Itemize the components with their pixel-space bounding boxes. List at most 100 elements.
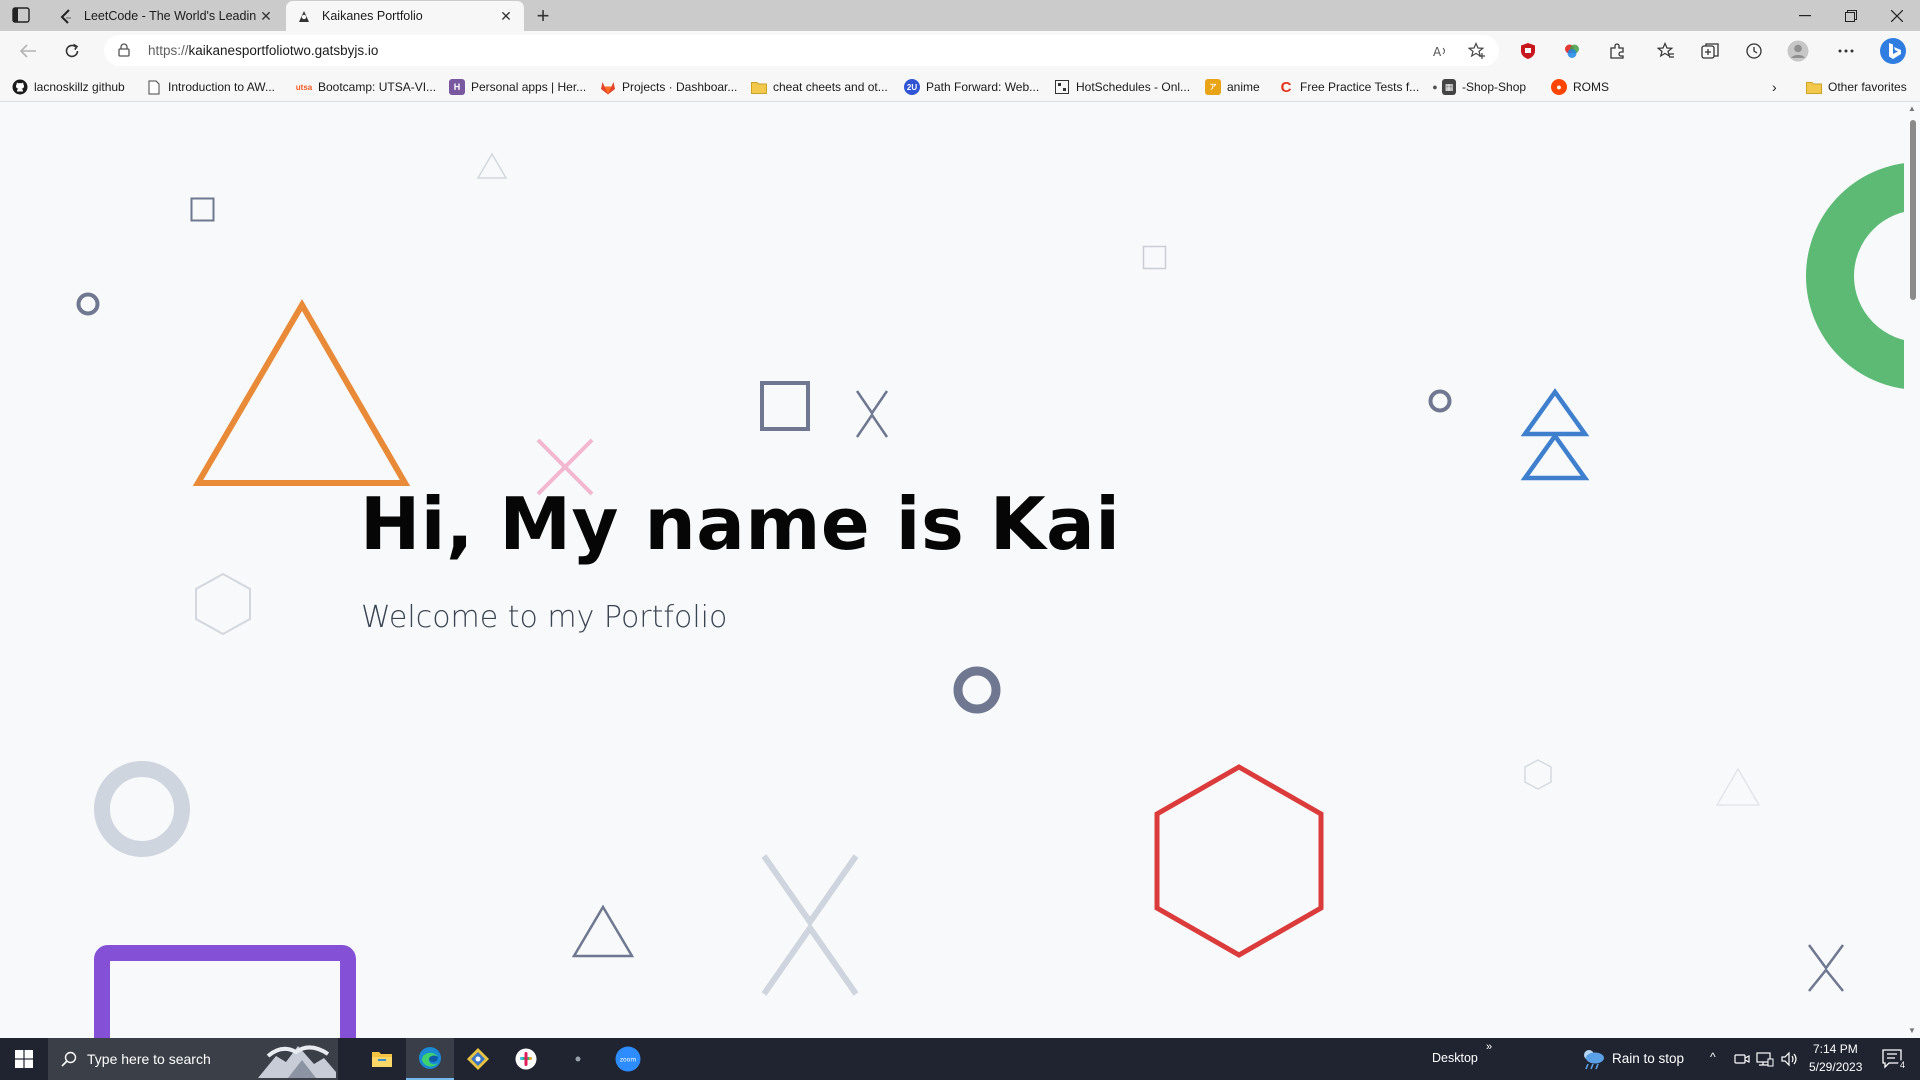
extensions-icon[interactable] bbox=[1605, 40, 1629, 62]
triangle-shape bbox=[476, 152, 508, 179]
purple-square-shape bbox=[94, 945, 356, 1038]
circle-shape bbox=[76, 292, 100, 316]
read-aloud-icon[interactable]: A bbox=[1431, 41, 1451, 61]
desktop-toolbar-label[interactable]: Desktop bbox=[1432, 1051, 1478, 1065]
practice-tests-icon: C bbox=[1280, 78, 1292, 96]
favorite-item[interactable]: ● ▦ -Shop-Shop bbox=[1430, 78, 1526, 96]
color-extension-icon[interactable] bbox=[1560, 40, 1584, 62]
browser-toolbar: https://kaikanesportfoliotwo.gatsbyjs.io… bbox=[0, 31, 1920, 71]
chevron-up-icon[interactable]: ^ bbox=[1710, 1050, 1716, 1064]
favorite-item[interactable]: cheat cheets and ot... bbox=[751, 78, 888, 96]
lock-icon[interactable] bbox=[118, 43, 130, 62]
favorite-item[interactable]: ア anime bbox=[1205, 78, 1260, 96]
back-arrow-icon[interactable] bbox=[14, 37, 42, 65]
tab-kaikanes-portfolio[interactable]: Kaikanes Portfolio ✕ bbox=[286, 1, 524, 31]
address-bar[interactable]: https://kaikanesportfoliotwo.gatsbyjs.io… bbox=[104, 35, 1499, 66]
circle-shape bbox=[94, 761, 190, 857]
url-text: https://kaikanesportfoliotwo.gatsbyjs.io bbox=[148, 43, 379, 58]
collections-icon[interactable] bbox=[1698, 40, 1722, 62]
volume-icon[interactable] bbox=[1781, 1051, 1799, 1072]
x-chevron-shape bbox=[1807, 944, 1845, 992]
search-highlight-image-icon bbox=[258, 1042, 336, 1080]
slack-icon[interactable] bbox=[502, 1038, 550, 1080]
favorite-item[interactable]: H Personal apps | Her... bbox=[449, 78, 586, 96]
favorite-item[interactable]: utsa Bootcamp: UTSA-VI... bbox=[296, 78, 436, 96]
tab-leetcode[interactable]: LeetCode - The World's Leading ✕ bbox=[48, 1, 284, 31]
bing-chat-icon[interactable] bbox=[1878, 36, 1908, 66]
weather-rain-icon[interactable] bbox=[1580, 1047, 1606, 1076]
svg-text:A: A bbox=[1433, 45, 1442, 58]
favorite-item[interactable]: Introduction to AW... bbox=[146, 78, 275, 96]
network-icon[interactable] bbox=[1756, 1051, 1774, 1072]
favorite-item[interactable]: Projects · Dashboar... bbox=[600, 78, 737, 96]
minimize-icon[interactable] bbox=[1782, 0, 1828, 31]
green-ring-shape bbox=[1806, 162, 1906, 390]
scroll-down-arrow-icon[interactable]: ▼ bbox=[1907, 1026, 1917, 1036]
refresh-icon[interactable] bbox=[58, 37, 86, 65]
notification-badge: 4 bbox=[1898, 1060, 1908, 1070]
square-shape bbox=[760, 381, 810, 431]
page-scrollbar[interactable]: ▲ ▼ bbox=[1904, 102, 1920, 1038]
close-window-icon[interactable] bbox=[1874, 0, 1920, 31]
shop-icon: ● bbox=[1432, 82, 1438, 92]
hero-title: Hi, My name is Kai bbox=[360, 482, 1121, 566]
zoom-icon[interactable]: zoom bbox=[604, 1038, 652, 1080]
leetcode-icon bbox=[58, 8, 74, 24]
new-tab-icon[interactable]: + bbox=[532, 3, 554, 28]
scroll-up-arrow-icon[interactable]: ▲ bbox=[1907, 104, 1917, 114]
clock-time[interactable]: 7:14 PM bbox=[1813, 1042, 1858, 1056]
history-icon[interactable] bbox=[1742, 40, 1766, 62]
heroku-icon: H bbox=[449, 79, 465, 95]
windows-start-icon[interactable] bbox=[0, 1038, 48, 1080]
folder-icon bbox=[751, 79, 767, 95]
profile-avatar-icon[interactable] bbox=[1786, 40, 1810, 62]
square-shape bbox=[1142, 245, 1167, 270]
x-chevron-shape bbox=[761, 854, 859, 996]
close-tab-icon[interactable]: ✕ bbox=[496, 6, 516, 26]
meet-now-icon[interactable] bbox=[1734, 1051, 1750, 1072]
ublock-shield-icon[interactable] bbox=[1516, 40, 1540, 62]
triangle-shape bbox=[1715, 767, 1761, 806]
add-favorite-icon[interactable] bbox=[1467, 41, 1487, 61]
app-dot-icon[interactable] bbox=[554, 1038, 602, 1080]
other-favorites[interactable]: Other favorites bbox=[1806, 78, 1907, 96]
clock-date[interactable]: 5/29/2023 bbox=[1809, 1060, 1862, 1074]
page-viewport: Hi, My name is Kai Welcome to my Portfol… bbox=[0, 102, 1920, 1038]
git-app-icon[interactable] bbox=[454, 1038, 502, 1080]
hexagon-shape bbox=[195, 572, 251, 636]
shop-icon: ▦ bbox=[1442, 79, 1456, 95]
favorites-bar: lacnoskillz github Introduction to AW...… bbox=[0, 71, 1920, 102]
gitlab-icon bbox=[600, 79, 616, 95]
close-tab-icon[interactable]: ✕ bbox=[256, 6, 276, 26]
more-options-icon[interactable] bbox=[1834, 40, 1858, 62]
favorites-icon[interactable] bbox=[1654, 40, 1678, 62]
orange-triangle-shape bbox=[192, 299, 411, 486]
favorite-item[interactable]: C Free Practice Tests f... bbox=[1278, 78, 1420, 96]
page-icon bbox=[146, 79, 162, 95]
utsa-icon: utsa bbox=[295, 82, 313, 92]
anime-icon: ア bbox=[1205, 79, 1221, 95]
windows-taskbar: Type here to search zoom Desktop » Rain … bbox=[0, 1038, 1920, 1080]
scrollbar-thumb[interactable] bbox=[1910, 120, 1916, 300]
search-icon bbox=[61, 1051, 77, 1072]
restore-icon[interactable] bbox=[1828, 0, 1874, 31]
desktop-chevron-icon[interactable]: » bbox=[1486, 1041, 1492, 1053]
tab-actions-icon[interactable] bbox=[12, 7, 34, 25]
chevron-right-icon[interactable]: › bbox=[1772, 78, 1777, 96]
file-explorer-icon[interactable] bbox=[358, 1038, 406, 1080]
edge-browser-icon[interactable] bbox=[406, 1038, 454, 1080]
favorite-item[interactable]: ● ROMS bbox=[1551, 78, 1609, 96]
circle-shape bbox=[1428, 389, 1452, 413]
red-hexagon-shape bbox=[1154, 764, 1324, 958]
taskbar-search-box[interactable]: Type here to search bbox=[48, 1038, 338, 1080]
weather-text[interactable]: Rain to stop bbox=[1612, 1051, 1684, 1066]
x-chevron-shape bbox=[855, 390, 889, 438]
favorite-item[interactable]: HotSchedules - Onl... bbox=[1054, 78, 1190, 96]
hexagon-shape bbox=[1524, 759, 1552, 790]
favorite-item[interactable]: 2U Path Forward: Web... bbox=[904, 78, 1039, 96]
triangle-shape bbox=[571, 904, 635, 958]
hotschedules-icon bbox=[1054, 79, 1070, 95]
2u-icon: 2U bbox=[904, 79, 920, 95]
blue-double-triangle-shape bbox=[1520, 388, 1590, 481]
favorite-item[interactable]: lacnoskillz github bbox=[12, 78, 125, 96]
